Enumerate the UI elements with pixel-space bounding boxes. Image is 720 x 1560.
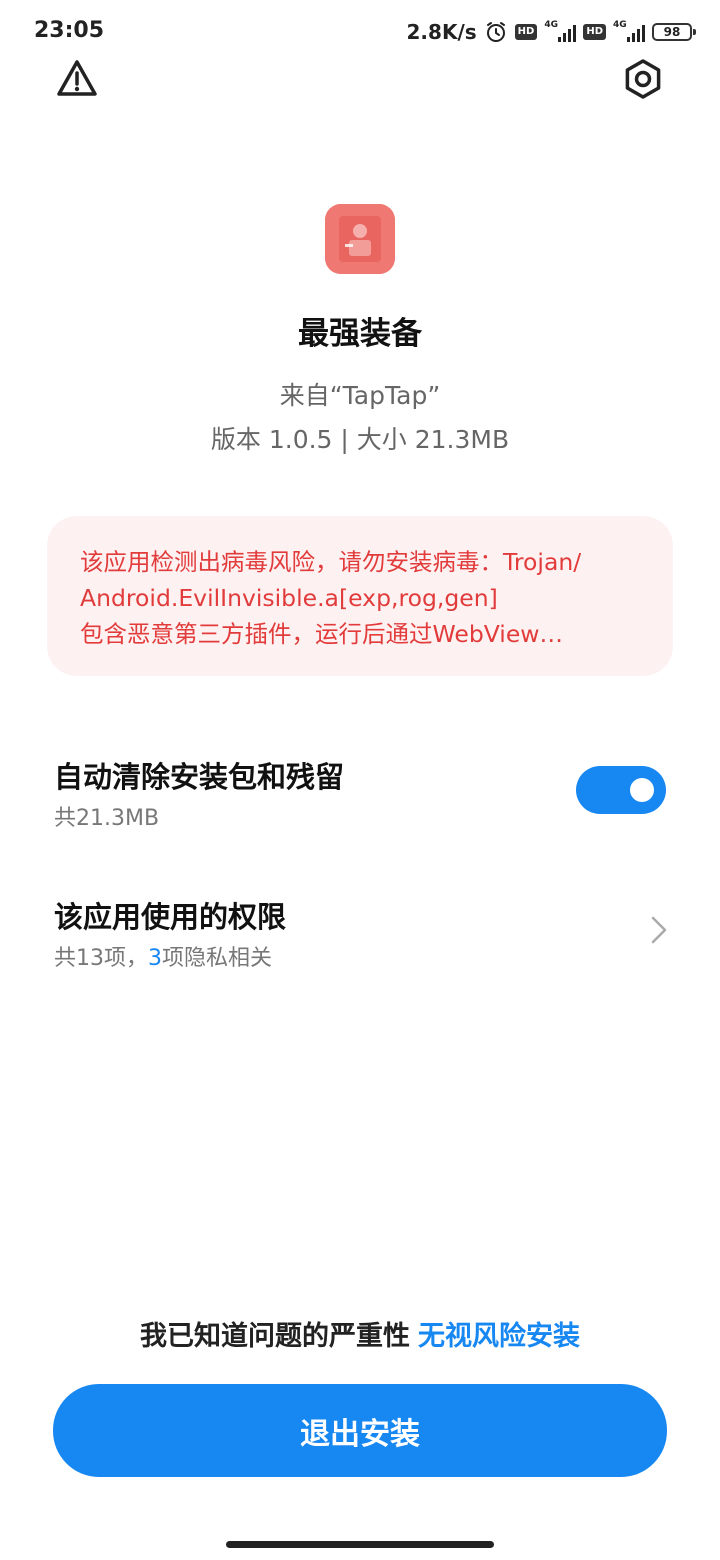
signal-label: 4G	[544, 20, 558, 30]
alarm-icon	[486, 22, 505, 42]
risk-line-3: 包含恶意第三方插件，运行后通过WebView…	[80, 620, 564, 648]
network-speed: 2.8K/s	[406, 20, 477, 44]
risk-line-2: Android.EvilInvisible.a[exp,rog,gen]	[80, 584, 498, 612]
home-indicator[interactable]	[226, 1541, 494, 1548]
privacy-suffix: 项隐私相关	[162, 946, 273, 971]
risk-line-1: 该应用检测出病毒风险，请勿安装病毒：Trojan/	[80, 548, 582, 576]
status-time: 23:05	[34, 18, 105, 43]
settings-button[interactable]	[620, 56, 666, 102]
permissions-title[interactable]: 该应用使用的权限	[54, 894, 286, 936]
ignore-risk-install-link[interactable]: 无视风险安装	[418, 1321, 580, 1352]
chevron-right-icon[interactable]	[645, 914, 673, 946]
acknowledge-text: 我已知道问题的严重性	[140, 1321, 410, 1352]
app-logo-image	[325, 204, 395, 274]
app-version-size: 版本 1.0.5 | 大小 21.3MB	[210, 425, 510, 454]
ignore-risk-line: 我已知道问题的严重性 无视风险安装	[0, 1314, 720, 1353]
app-source: 来自“TapTap”	[279, 381, 441, 410]
warning-button[interactable]	[54, 56, 100, 102]
status-icons: 2.8K/s HD 4G HD 4G 98	[406, 18, 696, 46]
auto-clean-title: 自动清除安装包和残留	[54, 760, 345, 794]
toggle-knob	[630, 778, 654, 802]
gear-icon	[625, 59, 661, 99]
risk-warning-box[interactable]: 该应用检测出病毒风险，请勿安装病毒：Trojan/ Android.EvilIn…	[47, 516, 673, 676]
auto-clean-toggle[interactable]	[576, 766, 666, 814]
app-name: 最强装备	[298, 316, 422, 352]
hd-badge-2: HD	[583, 24, 606, 40]
signal-icon-2: 4G	[613, 20, 645, 42]
permissions-count: 共13项，	[54, 946, 148, 971]
privacy-count: 3	[148, 946, 162, 971]
status-bar: 23:05 2.8K/s HD 4G HD 4G 98	[0, 0, 720, 64]
exit-install-button[interactable]: 退出安装	[53, 1384, 667, 1477]
warning-triangle-icon	[57, 60, 97, 96]
app-icon	[325, 204, 395, 274]
auto-clean-subtitle: 共21.3MB	[54, 806, 160, 831]
battery-level: 98	[663, 25, 681, 39]
permissions-subtitle: 共13项，3项隐私相关	[54, 940, 272, 972]
signal-icon: 4G	[544, 20, 577, 42]
hd-badge: HD	[514, 24, 538, 40]
signal-label-2: 4G	[613, 20, 627, 30]
battery-icon: 98	[652, 23, 696, 41]
